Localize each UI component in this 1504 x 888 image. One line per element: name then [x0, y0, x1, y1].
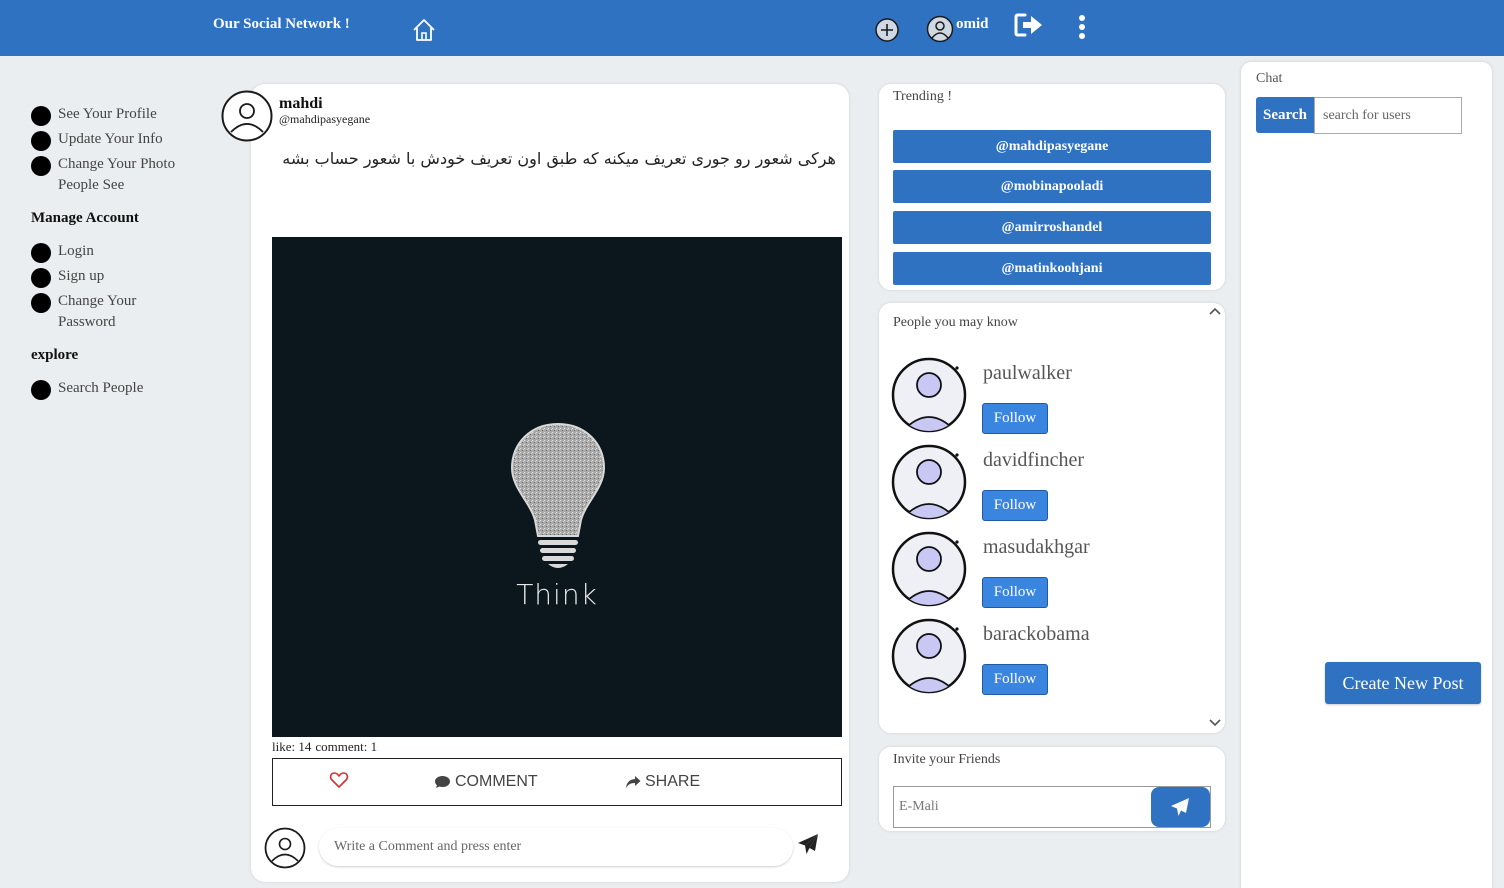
sidebar-item-label: Login — [58, 243, 94, 259]
send-comment-icon[interactable] — [797, 833, 819, 855]
follow-button[interactable]: Follow — [982, 490, 1048, 521]
sidebar-item-label: Change Your Photo People See — [58, 156, 176, 193]
trending-item[interactable]: @amirroshandel — [893, 211, 1211, 244]
bullet-dot — [31, 106, 51, 126]
person-avatar[interactable] — [891, 442, 969, 522]
chevron-up-icon[interactable] — [1209, 306, 1221, 316]
post-author-name[interactable]: mahdi — [279, 95, 323, 113]
comment-input[interactable] — [319, 828, 793, 866]
trending-title: Trending ! — [893, 89, 952, 104]
share-label: SHARE — [645, 773, 701, 790]
person-avatar[interactable] — [891, 616, 969, 696]
comment-label: COMMENT — [455, 773, 538, 790]
invite-send-button[interactable] — [1151, 787, 1210, 827]
chat-search-button[interactable]: Search — [1256, 97, 1314, 133]
sidebar-item-label: Change Your Password — [58, 293, 137, 330]
sidebar-item-label: Sign up — [58, 268, 105, 284]
bullet-dot — [31, 268, 51, 288]
sidebar-item-signup[interactable]: Sign up — [31, 266, 221, 288]
logout-icon[interactable] — [1014, 12, 1044, 38]
follow-button[interactable]: Follow — [982, 664, 1048, 695]
image-caption: Think — [516, 578, 598, 611]
left-sidebar: See Your Profile Update Your Info Change… — [31, 104, 221, 403]
heart-icon[interactable] — [329, 770, 349, 790]
current-user[interactable]: omid — [926, 15, 989, 43]
home-icon[interactable] — [411, 17, 437, 43]
invite-title: Invite your Friends — [893, 752, 1001, 767]
share-icon — [626, 776, 641, 788]
user-avatar-icon — [926, 15, 954, 43]
add-post-icon[interactable] — [874, 17, 900, 43]
follow-button[interactable]: Follow — [982, 403, 1048, 434]
person-name[interactable]: masudakhgar — [983, 536, 1090, 559]
brand-title[interactable]: Our Social Network ! — [213, 16, 350, 33]
post-stats: like: 14 comment: 1 — [272, 739, 381, 755]
people-title: People you may know — [893, 315, 1018, 330]
person-name[interactable]: paulwalker — [983, 362, 1072, 385]
person-name[interactable]: davidfincher — [983, 449, 1084, 472]
chat-search-input[interactable] — [1314, 97, 1462, 134]
lightbulb-illustration — [510, 422, 606, 568]
sidebar-item-login[interactable]: Login — [31, 241, 221, 263]
bullet-dot — [31, 293, 51, 313]
post-author-avatar[interactable] — [221, 90, 273, 142]
comment-button[interactable]: COMMENT — [434, 773, 538, 791]
chat-title: Chat — [1256, 71, 1283, 86]
paper-plane-icon — [1171, 798, 1189, 816]
share-button[interactable]: SHARE — [625, 773, 700, 791]
person-avatar[interactable] — [891, 529, 969, 609]
sidebar-item-update-info[interactable]: Update Your Info — [31, 129, 221, 151]
chevron-down-icon[interactable] — [1209, 718, 1221, 728]
sidebar-item-label: Search People — [58, 380, 144, 396]
bullet-dot — [31, 243, 51, 263]
person-name[interactable]: barackobama — [983, 623, 1090, 646]
manage-account-heading: Manage Account — [31, 210, 139, 226]
sidebar-item-change-password[interactable]: Change Your Password — [31, 291, 221, 333]
comment-icon — [435, 776, 450, 788]
comment-count: comment: 1 — [315, 739, 378, 754]
create-new-post-button[interactable]: Create New Post — [1325, 662, 1481, 704]
like-count: like: 14 — [272, 739, 312, 754]
post-author-handle[interactable]: @mahdipasyegane — [279, 112, 370, 127]
chat-panel — [1241, 62, 1492, 888]
explore-heading: explore — [31, 347, 79, 363]
sidebar-item-see-profile[interactable]: See Your Profile — [31, 104, 221, 126]
username-label: omid — [956, 16, 989, 32]
trending-item[interactable]: @mahdipasyegane — [893, 130, 1211, 163]
post-text: هرکی شعور رو جوری تعریف میکنه که طبق اون… — [282, 149, 836, 168]
trending-item[interactable]: @mobinapooladi — [893, 170, 1211, 203]
bullet-dot — [31, 380, 51, 400]
sidebar-item-search-people[interactable]: Search People — [31, 378, 221, 400]
sidebar-item-label: Update Your Info — [58, 131, 163, 147]
post-actions-bar: COMMENT SHARE — [272, 758, 842, 806]
sidebar-item-change-photo[interactable]: Change Your Photo People See — [31, 154, 221, 196]
person-avatar[interactable] — [891, 355, 969, 435]
commenter-avatar — [264, 827, 306, 869]
bullet-dot — [31, 131, 51, 151]
sidebar-item-label: See Your Profile — [58, 106, 157, 122]
bullet-dot — [31, 156, 51, 176]
trending-item[interactable]: @matinkoohjani — [893, 252, 1211, 285]
more-vertical-icon[interactable] — [1074, 14, 1090, 40]
follow-button[interactable]: Follow — [982, 577, 1048, 608]
